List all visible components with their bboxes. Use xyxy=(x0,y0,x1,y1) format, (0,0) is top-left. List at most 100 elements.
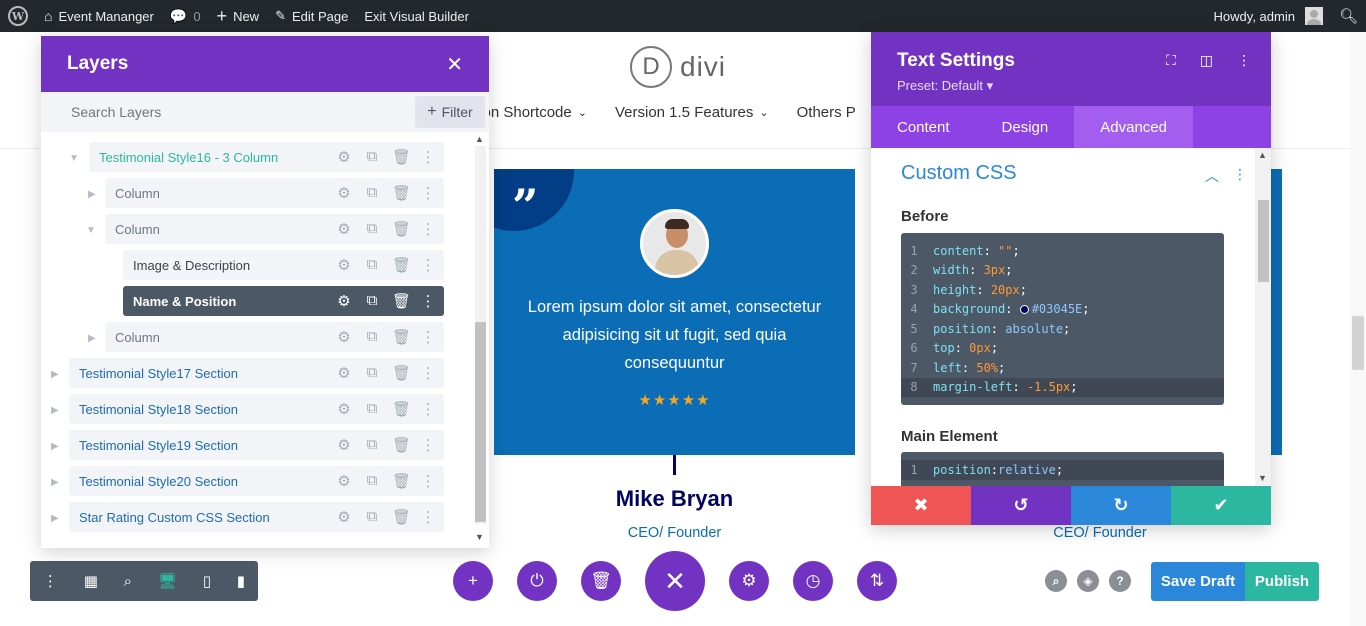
caret-right-icon[interactable]: ▶ xyxy=(51,477,59,488)
trash-icon[interactable]: 🗑︎ xyxy=(392,292,411,310)
trash-icon[interactable]: 🗑︎ xyxy=(392,148,411,166)
exit-visual-builder-link[interactable]: Exit Visual Builder xyxy=(356,0,477,32)
more-icon[interactable]: ⋮ xyxy=(1237,52,1251,69)
tab-design[interactable]: Design xyxy=(976,106,1075,148)
gear-icon[interactable]: ⚙ xyxy=(336,328,352,346)
publish-button[interactable]: Publish xyxy=(1245,562,1319,601)
main-element-code-editor[interactable]: 1 position:relative; xyxy=(901,452,1224,486)
scroll-down-icon[interactable]: ▼ xyxy=(1258,473,1267,483)
load-layout-button[interactable]: ⏻ xyxy=(517,561,557,601)
more-icon[interactable]: ⋮ xyxy=(420,148,436,166)
redo-button[interactable]: ↻ xyxy=(1071,486,1171,525)
desktop-view-icon[interactable]: 🖥︎ xyxy=(158,572,177,590)
layers-search-input[interactable] xyxy=(41,104,401,120)
more-icon[interactable]: ⋮ xyxy=(420,220,436,238)
layers-scrollbar[interactable]: ▲ ▼ xyxy=(472,132,488,546)
trash-icon[interactable]: 🗑︎ xyxy=(392,220,411,238)
caret-down-icon[interactable]: ▼ xyxy=(86,225,96,236)
scroll-thumb[interactable] xyxy=(475,322,486,522)
portability-button[interactable]: ⇅ xyxy=(857,561,897,601)
scroll-up-icon[interactable]: ▲ xyxy=(475,134,484,144)
more-icon[interactable]: ⋮ xyxy=(1233,166,1247,186)
layers-header[interactable]: Layers ✕ xyxy=(41,36,489,92)
trash-icon[interactable]: 🗑︎ xyxy=(392,508,411,526)
layer-row-column[interactable]: Column ⚙ ⧉ 🗑︎ ⋮ xyxy=(105,178,444,208)
more-icon[interactable]: ⋮ xyxy=(420,472,436,490)
trash-icon[interactable]: 🗑︎ xyxy=(392,400,411,418)
caret-right-icon[interactable]: ▶ xyxy=(51,405,59,416)
trash-icon[interactable]: 🗑︎ xyxy=(392,364,411,382)
nav-item-others[interactable]: Others P xyxy=(797,104,856,121)
gear-icon[interactable]: ⚙ xyxy=(336,508,352,526)
settings-scrollbar[interactable]: ▲ ▼ xyxy=(1255,148,1271,486)
save-settings-button[interactable]: ✔ xyxy=(1171,486,1271,525)
comments-link[interactable]: 💬 0 xyxy=(162,0,209,32)
my-account-link[interactable]: Howdy, admin xyxy=(1206,0,1331,32)
caret-down-icon[interactable]: ▼ xyxy=(69,153,79,164)
more-icon[interactable]: ⋮ xyxy=(420,292,436,310)
close-builder-menu-button[interactable]: ✕ xyxy=(645,551,705,611)
gear-icon[interactable]: ⚙ xyxy=(336,184,352,202)
caret-right-icon[interactable]: ▶ xyxy=(51,369,59,380)
admin-search-button[interactable]: 🔍︎ xyxy=(1331,0,1366,32)
layer-row-section[interactable]: Testimonial Style18 Section ⚙ ⧉ 🗑︎ ⋮ xyxy=(69,394,444,424)
page-settings-button[interactable]: ⚙ xyxy=(729,561,769,601)
gear-icon[interactable]: ⚙ xyxy=(336,436,352,454)
layer-row-row[interactable]: Testimonial Style16 - 3 Column ⚙ ⧉ 🗑︎ ⋮ xyxy=(89,142,444,172)
color-swatch[interactable] xyxy=(1019,305,1029,315)
site-logo[interactable]: D divi xyxy=(630,46,726,88)
duplicate-icon[interactable]: ⧉ xyxy=(364,508,380,526)
duplicate-icon[interactable]: ⧉ xyxy=(364,148,380,166)
phone-view-icon[interactable]: ▮ xyxy=(237,572,245,590)
gear-icon[interactable]: ⚙ xyxy=(336,292,352,310)
duplicate-icon[interactable]: ⧉ xyxy=(364,184,380,202)
trash-icon[interactable]: 🗑︎ xyxy=(392,436,411,454)
layers-icon[interactable]: ◈ xyxy=(1077,570,1099,592)
scroll-thumb[interactable] xyxy=(1258,200,1269,282)
gear-icon[interactable]: ⚙ xyxy=(336,148,352,166)
layer-row-module-selected[interactable]: Name & Position ⚙ ⧉ 🗑︎ ⋮ xyxy=(123,286,444,316)
caret-right-icon[interactable]: ▶ xyxy=(88,333,96,344)
caret-right-icon[interactable]: ▶ xyxy=(88,189,96,200)
zoom-icon[interactable]: ⌕ xyxy=(124,573,132,590)
fullscreen-icon[interactable]: ⛶ xyxy=(1166,52,1176,69)
trash-icon[interactable]: 🗑︎ xyxy=(392,472,411,490)
gear-icon[interactable]: ⚙ xyxy=(336,400,352,418)
save-draft-button[interactable]: Save Draft xyxy=(1151,562,1245,601)
duplicate-icon[interactable]: ⧉ xyxy=(364,328,380,346)
layer-row-section[interactable]: Star Rating Custom CSS Section ⚙ ⧉ 🗑︎ ⋮ xyxy=(69,502,444,532)
duplicate-icon[interactable]: ⧉ xyxy=(364,436,380,454)
layer-row-section[interactable]: Testimonial Style17 Section ⚙ ⧉ 🗑︎ ⋮ xyxy=(69,358,444,388)
more-icon[interactable]: ⋮ xyxy=(420,364,436,382)
dock-icon[interactable]: ◫ xyxy=(1200,52,1213,69)
more-icon[interactable]: ⋮ xyxy=(420,328,436,346)
duplicate-icon[interactable]: ⧉ xyxy=(364,292,380,310)
more-icon[interactable]: ⋮ xyxy=(420,256,436,274)
duplicate-icon[interactable]: ⧉ xyxy=(364,472,380,490)
more-icon[interactable]: ⋮ xyxy=(43,572,58,590)
duplicate-icon[interactable]: ⧉ xyxy=(364,364,380,382)
before-code-editor[interactable]: 1 content: ""; 2 width: 3px; 3 height: 20px… xyxy=(901,233,1224,405)
page-scrollbar[interactable] xyxy=(1350,32,1366,626)
scroll-up-icon[interactable]: ▲ xyxy=(1258,150,1267,160)
settings-header[interactable]: Text Settings Preset: Default ▾ ⛶ ◫ ⋮ xyxy=(871,32,1271,106)
more-icon[interactable]: ⋮ xyxy=(420,508,436,526)
search-icon[interactable]: ⌕ xyxy=(1045,570,1067,592)
trash-icon[interactable]: 🗑︎ xyxy=(392,184,411,202)
custom-css-heading[interactable]: Custom CSS xyxy=(901,162,1017,185)
wp-logo-menu[interactable]: W xyxy=(0,0,36,32)
layer-row-column[interactable]: Column ⚙ ⧉ 🗑︎ ⋮ xyxy=(105,214,444,244)
discard-button[interactable]: ✖ xyxy=(871,486,971,525)
help-icon[interactable]: ? xyxy=(1109,570,1131,592)
new-content-link[interactable]: + New xyxy=(209,0,268,32)
layer-row-section[interactable]: Testimonial Style20 Section ⚙ ⧉ 🗑︎ ⋮ xyxy=(69,466,444,496)
tab-content[interactable]: Content xyxy=(871,106,976,148)
caret-right-icon[interactable]: ▶ xyxy=(51,441,59,452)
more-icon[interactable]: ⋮ xyxy=(420,184,436,202)
clear-layout-button[interactable]: 🗑︎ xyxy=(581,561,621,601)
tablet-view-icon[interactable]: ▯ xyxy=(203,572,211,590)
layer-row-module[interactable]: Image & Description ⚙ ⧉ 🗑︎ ⋮ xyxy=(123,250,444,280)
layer-row-column[interactable]: Column ⚙ ⧉ 🗑︎ ⋮ xyxy=(105,322,444,352)
layer-row-section[interactable]: Testimonial Style19 Section ⚙ ⧉ 🗑︎ ⋮ xyxy=(69,430,444,460)
scroll-down-icon[interactable]: ▼ xyxy=(475,532,484,542)
